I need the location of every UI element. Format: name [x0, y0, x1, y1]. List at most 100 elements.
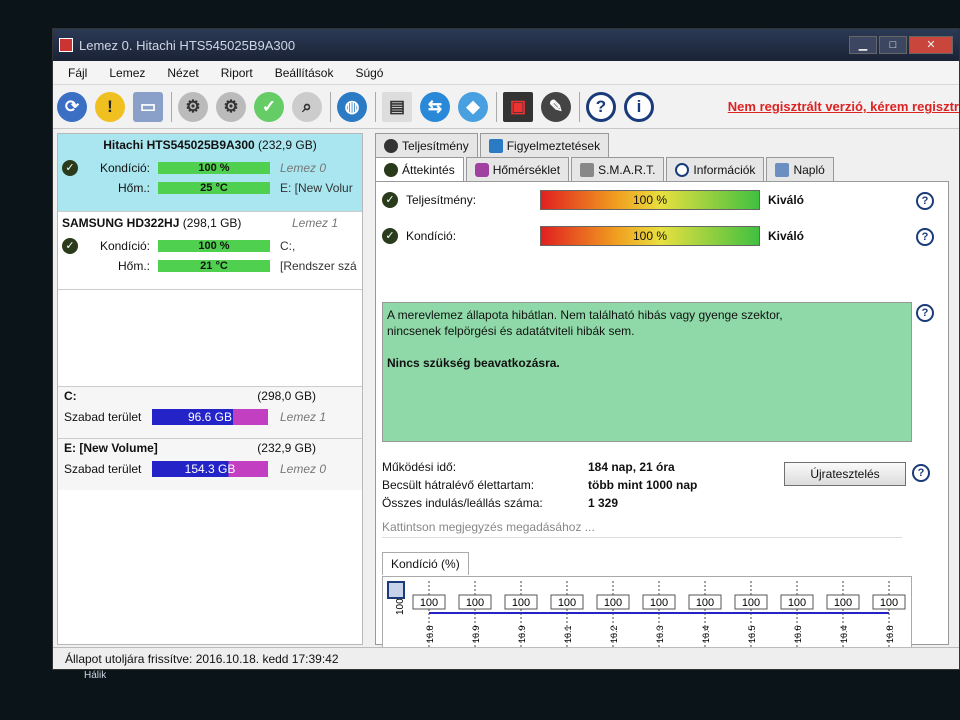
help-icon[interactable]: ? [912, 464, 930, 482]
check-icon [384, 162, 398, 177]
app-window: Lemez 0. Hitachi HTS545025B9A300 ▁ □ ✕ F… [52, 28, 960, 670]
maximize-button[interactable]: □ [879, 36, 907, 54]
menu-report[interactable]: Riport [210, 66, 264, 80]
network-icon[interactable]: ◆ [458, 91, 488, 122]
disk-health-icon[interactable]: ✓ [254, 91, 284, 122]
volume-item-c[interactable]: C: (298,0 GB) Szabad terület 96.6 GB Leme… [58, 386, 362, 438]
tab-temperature[interactable]: Hőmérséklet [465, 157, 570, 181]
uptime-label: Működési idő: [382, 460, 457, 474]
data-label: 100 [742, 597, 760, 609]
disk-icon[interactable]: ▭ [133, 91, 163, 122]
tab-overview[interactable]: Áttekintés [375, 157, 464, 181]
free-space-label: Szabad terület [64, 410, 142, 424]
help-icon[interactable]: ? [916, 304, 934, 322]
toolbar-separator [375, 91, 376, 122]
disk-icon [580, 162, 595, 177]
check-icon: ✓ [62, 238, 78, 254]
window-title: Lemez 0. Hitachi HTS545025B9A300 [79, 37, 296, 53]
disk-benchmark-icon[interactable]: ⚙ [216, 91, 246, 122]
warning-icon[interactable]: ! [95, 91, 125, 122]
x-tick-label: 16.8 [885, 625, 895, 643]
help-icon[interactable]: ? [916, 228, 934, 246]
disk-search-icon[interactable]: ⌕ [292, 91, 322, 122]
condition-label: Kondíció: [99, 239, 150, 253]
overview-content: ✓ Teljesítmény: 100 % Kiváló ? ✓ Kondíci… [375, 181, 949, 658]
temperature-bar: 25 °C [158, 182, 270, 194]
sync-icon[interactable]: ⇆ [420, 91, 450, 122]
check-icon: ✓ [382, 228, 398, 244]
condition-bar: 100 % [158, 162, 270, 174]
uptime-value: 184 nap, 21 óra [588, 460, 675, 474]
title-bar[interactable]: Lemez 0. Hitachi HTS545025B9A300 ▁ □ ✕ [53, 29, 959, 61]
menu-disk[interactable]: Lemez [98, 66, 156, 80]
tab-info[interactable]: Információk [666, 157, 765, 181]
check-icon: ✓ [62, 160, 78, 176]
x-tick-label: 16.8 [425, 625, 435, 643]
disk-item-samsung[interactable]: SAMSUNG HD322HJ (298,1 GB) Lemez 1 ✓ Kon… [58, 212, 362, 290]
toolbar: ⟳ ! ▭ ⚙ ⚙ ✓ ⌕ ◍ ▤ ⇆ ◆ ▣ ✎ ? i Nem regisz… [53, 85, 959, 129]
tab-smart[interactable]: S.M.A.R.T. [571, 157, 665, 181]
menu-view[interactable]: Nézet [156, 66, 209, 80]
info-icon[interactable]: i [624, 91, 654, 122]
advice-text: Nincs szükség beavatkozásra. [387, 356, 560, 370]
save-icon[interactable] [387, 581, 405, 599]
x-tick-label: 16.1 [563, 625, 573, 643]
temperature-label: Hőm.: [117, 259, 150, 273]
globe-icon[interactable]: ◍ [337, 91, 367, 122]
help-icon[interactable]: ? [586, 91, 616, 122]
menu-file[interactable]: Fájl [57, 66, 98, 80]
data-label: 100 [880, 597, 898, 609]
disk-test-icon[interactable]: ⚙ [178, 91, 208, 122]
volume-size: (232,9 GB) [257, 441, 316, 455]
volume-item-e[interactable]: E: [New Volume] (232,9 GB) Szabad terület… [58, 438, 362, 490]
tab-label: Információk [693, 162, 756, 177]
x-tick-label: 16.2 [609, 625, 619, 643]
tab-log[interactable]: Napló [766, 157, 834, 181]
disk-size: (232,9 GB) [258, 138, 317, 152]
tab-performance[interactable]: Teljesítmény [375, 133, 478, 157]
refresh-icon[interactable]: ⟳ [57, 91, 87, 122]
taskbar-label: Hálik [84, 670, 107, 681]
monitor-icon[interactable]: ▣ [503, 91, 533, 122]
data-label: 100 [650, 597, 668, 609]
summary-text: nincsenek felpörgési és adatátviteli hib… [387, 324, 635, 338]
tab-label: Áttekintés [402, 162, 455, 177]
free-space-label: Szabad terület [64, 462, 142, 476]
disk-index: Lemez 0 [280, 161, 327, 175]
retest-button[interactable]: Újratesztelés [784, 462, 906, 486]
performance-row: ✓ Teljesítmény: 100 % Kiváló [382, 190, 942, 210]
tools-icon[interactable]: ✎ [541, 91, 571, 122]
tab-alerts[interactable]: Figyelmeztetések [479, 133, 610, 157]
disk-index: Lemez 0 [280, 462, 327, 476]
close-button[interactable]: ✕ [909, 36, 953, 54]
disk-name: SAMSUNG HD322HJ [62, 216, 180, 230]
chart-svg: 100 100 16.8 100 16.9 100 16.9 100 16.1 100 16.2 10… [395, 581, 906, 647]
note-input[interactable]: Kattintson megjegyzés megadásához ... [382, 520, 902, 538]
lifetime-value: több mint 1000 nap [588, 478, 698, 492]
data-label: 100 [604, 597, 622, 609]
clipboard-icon[interactable]: ▤ [382, 91, 412, 122]
volume-size: (298,0 GB) [257, 389, 316, 403]
disk-item-hitachi[interactable]: Hitachi HTS545025B9A300 (232,9 GB) ✓ Kon… [58, 134, 362, 212]
help-icon[interactable]: ? [916, 192, 934, 210]
tab-condition-chart[interactable]: Kondíció (%) [382, 552, 469, 575]
data-label: 100 [558, 597, 576, 609]
volume-name: C:, [280, 239, 296, 253]
volume-letter: E: [New Volume] [64, 441, 158, 455]
disk-index: Lemez 1 [280, 410, 327, 424]
startstop-value: 1 329 [588, 496, 619, 510]
tab-label: Teljesítmény [402, 138, 469, 153]
y-tick-label: 100 [395, 598, 406, 615]
register-link[interactable]: Nem regisztrált verzió, kérem regisztr [728, 99, 959, 114]
menu-help[interactable]: Súgó [344, 66, 394, 80]
data-label: 100 [788, 597, 806, 609]
menu-settings[interactable]: Beállítások [264, 66, 345, 80]
toolbar-separator [579, 91, 580, 122]
data-label: 100 [696, 597, 714, 609]
tab-label: Hőmérséklet [492, 162, 561, 177]
condition-label: Kondíció: [406, 229, 457, 243]
minimize-button[interactable]: ▁ [849, 36, 877, 54]
toolbar-separator [171, 91, 172, 122]
data-label: 100 [420, 597, 438, 609]
details-panel: Teljesítmény Figyelmeztetések Áttekintés… [375, 133, 949, 658]
